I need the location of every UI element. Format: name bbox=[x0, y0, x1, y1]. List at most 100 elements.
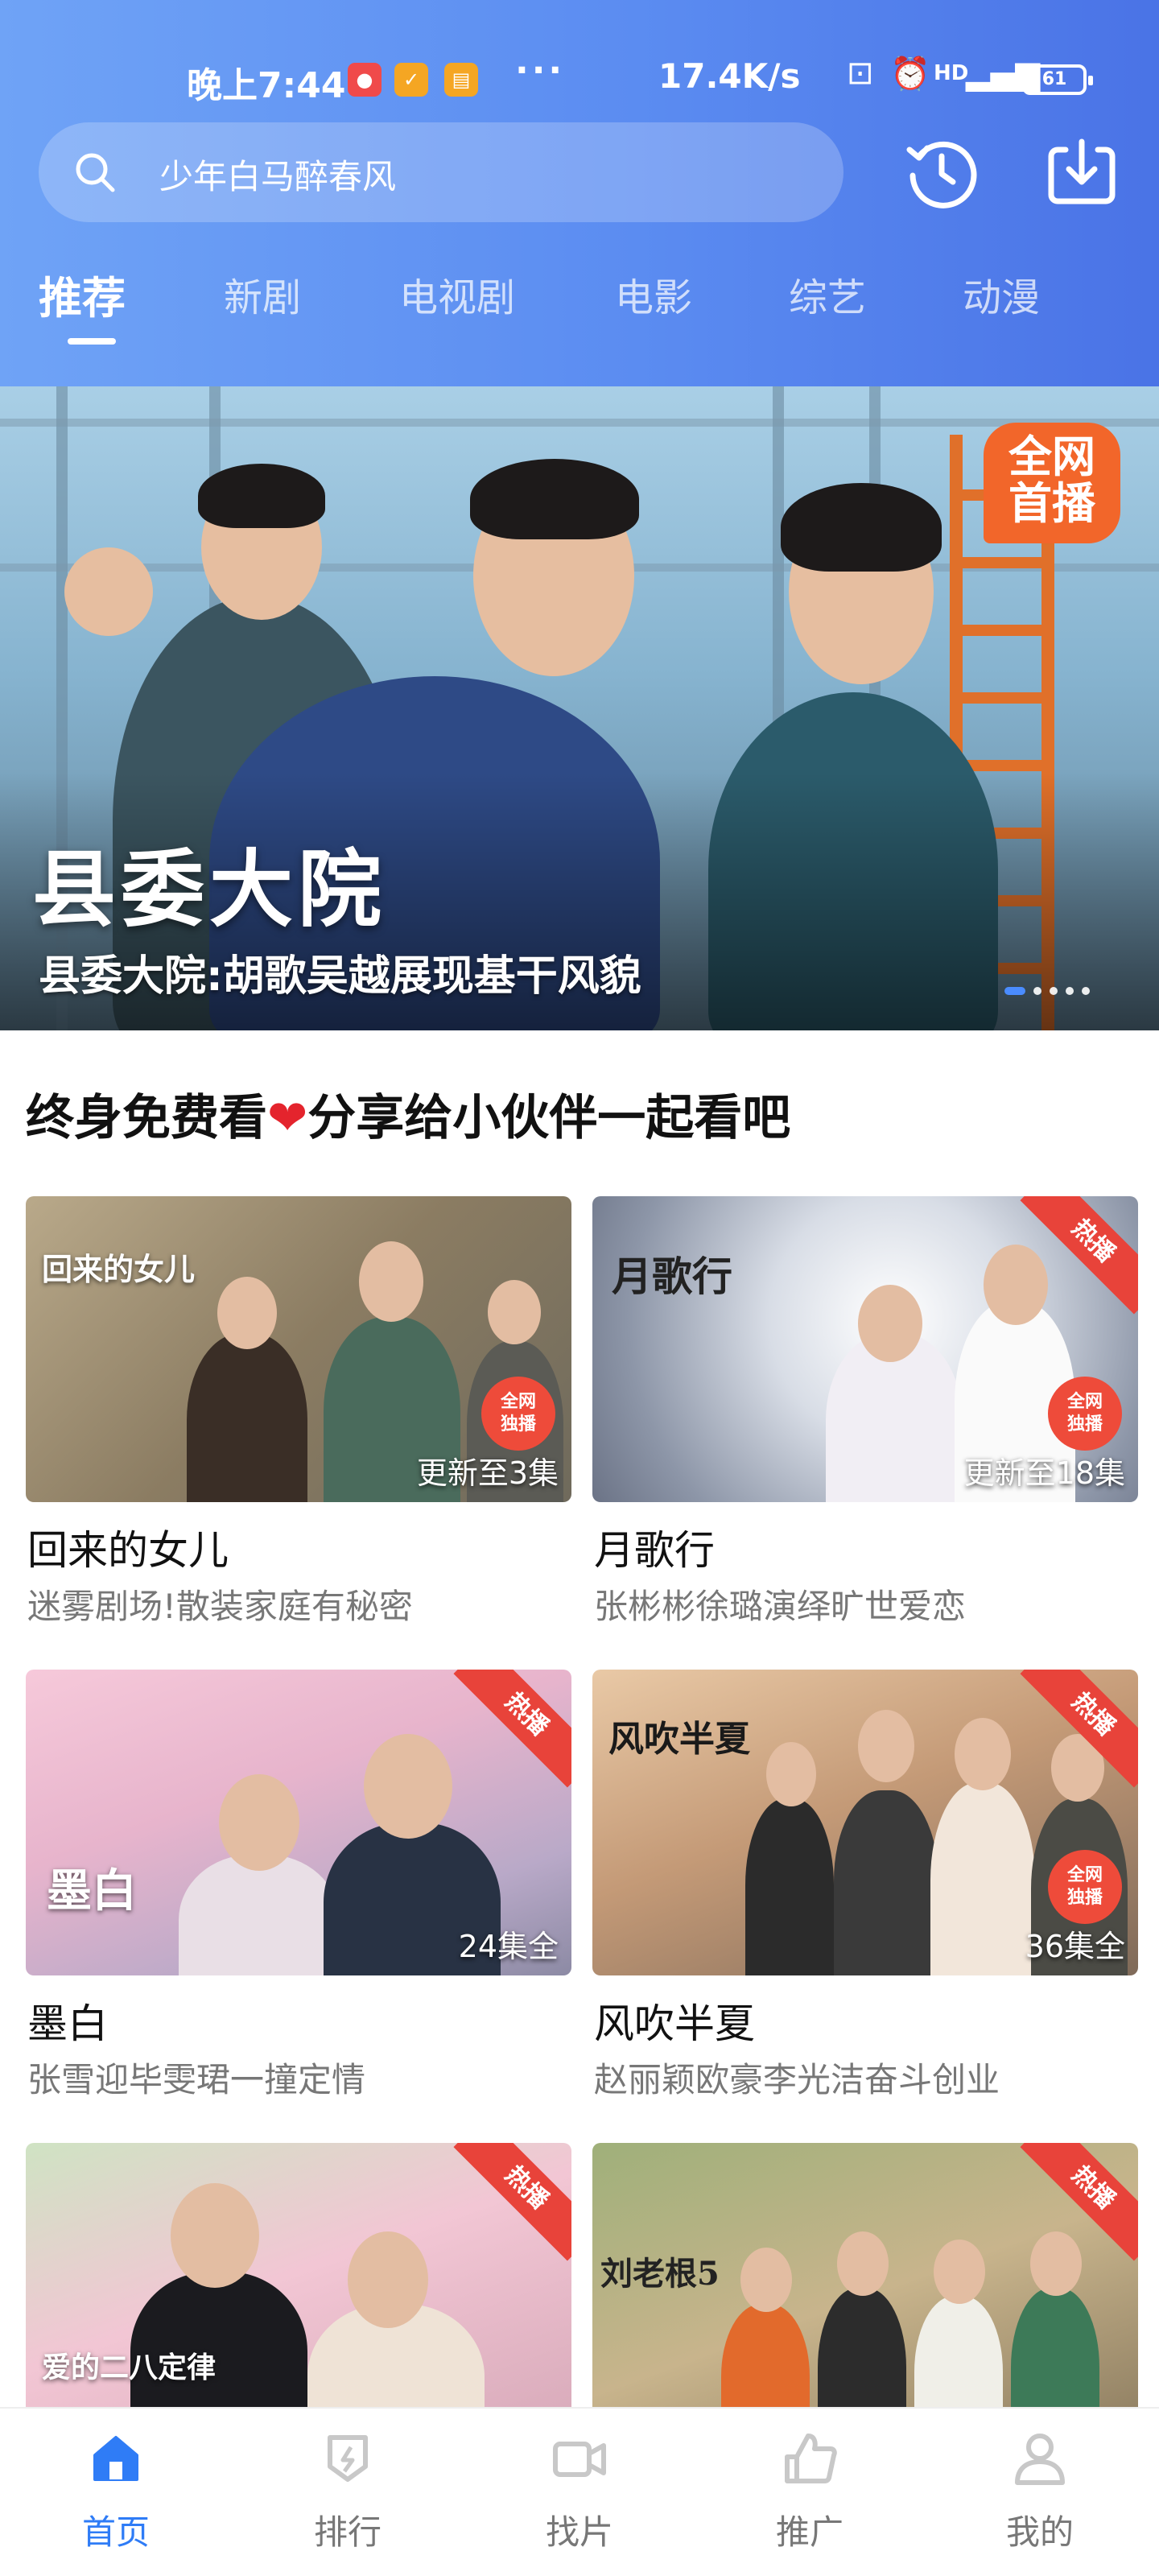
drama-card[interactable]: 爱的二八定律 热播 bbox=[26, 2143, 571, 2407]
banner-dot[interactable] bbox=[1082, 987, 1090, 995]
drama-poster[interactable]: 刘老根5 热播 bbox=[592, 2143, 1138, 2407]
poster-figure bbox=[745, 1798, 834, 1975]
banner-dot[interactable] bbox=[1050, 987, 1058, 995]
drama-card[interactable]: 风吹半夏 热播 全网 独播 36集全 风吹半夏 赵丽颖欧豪李光洁奋斗创业 bbox=[592, 1670, 1138, 2104]
premiere-badge-text: 全网 首播 bbox=[1008, 431, 1095, 529]
exclusive-badge: 全网 独播 bbox=[1048, 1850, 1122, 1924]
status-bar: 晚上7:44 ● ✓ ▤ ··· 17.4K/s ⊡ ⏰ HD ▂▄▆ 61 bbox=[0, 47, 1159, 111]
drama-title[interactable]: 风吹半夏 bbox=[594, 1992, 755, 2050]
drama-title[interactable]: 回来的女儿 bbox=[27, 1518, 229, 1576]
banner-figure-hair bbox=[198, 464, 325, 528]
drama-poster[interactable]: 墨白 热播 24集全 bbox=[26, 1670, 571, 1975]
tab-tv-series[interactable]: 电视剧 bbox=[399, 266, 515, 322]
nav-promote-label: 推广 bbox=[775, 2512, 843, 2552]
network-speed: 17.4K/s bbox=[658, 56, 801, 96]
notification-app-icon: ● bbox=[348, 63, 382, 97]
app-header: 晚上7:44 ● ✓ ▤ ··· 17.4K/s ⊡ ⏰ HD ▂▄▆ 61 少… bbox=[0, 0, 1159, 386]
poster-figure-head bbox=[217, 1277, 277, 1349]
drama-card[interactable]: 月歌行 热播 全网 独播 更新至18集 月歌行 张彬彬徐璐演绎旷世爱恋 bbox=[592, 1196, 1138, 1631]
episode-count: 24集全 bbox=[458, 1929, 559, 1964]
poster-figure bbox=[818, 2288, 906, 2407]
drama-poster[interactable]: 月歌行 热播 全网 独播 更新至18集 bbox=[592, 1196, 1138, 1502]
poster-figure bbox=[721, 2304, 810, 2407]
drama-poster[interactable]: 爱的二八定律 热播 bbox=[26, 2143, 571, 2407]
nav-home[interactable]: 首页 bbox=[35, 2409, 196, 2576]
heart-icon: ❤ bbox=[267, 1090, 308, 1146]
nav-ranking-label: 排行 bbox=[313, 2512, 382, 2552]
notification-app-icon: ▤ bbox=[444, 63, 478, 97]
poster-figure bbox=[834, 1790, 938, 1975]
premiere-badge: 全网 首播 bbox=[984, 423, 1120, 543]
drama-subtitle: 赵丽颖欧豪李光洁奋斗创业 bbox=[594, 2060, 1000, 2099]
nav-find-videos[interactable]: 找片 bbox=[499, 2409, 660, 2576]
exclusive-badge: 全网 独播 bbox=[481, 1377, 555, 1451]
episode-count: 更新至18集 bbox=[963, 1455, 1125, 1491]
section-title-text: 终身免费看 bbox=[26, 1090, 267, 1146]
search-input[interactable]: 少年白马醉春风 bbox=[159, 150, 396, 199]
active-tab-indicator bbox=[68, 338, 116, 345]
section-title-text: 分享给小伙伴一起看吧 bbox=[307, 1090, 791, 1146]
tab-recommend[interactable]: 推荐 bbox=[39, 262, 126, 326]
poster-figure-head bbox=[766, 1742, 816, 1806]
banner-caption: 县委大院:胡歌吴越展现基干风貌 bbox=[39, 952, 641, 1001]
video-search-icon bbox=[553, 2442, 606, 2477]
signal-icon: HD bbox=[934, 61, 969, 85]
nav-ranking[interactable]: 排行 bbox=[267, 2409, 428, 2576]
poster-title-art: 爱的二八定律 bbox=[42, 2351, 217, 2384]
category-tabs: 推荐 新剧 电视剧 电影 综艺 动漫 bbox=[0, 266, 1159, 354]
hot-badge: 热播 bbox=[453, 2143, 571, 2261]
banner-dot[interactable] bbox=[1004, 987, 1025, 995]
hot-badge: 热播 bbox=[453, 1670, 571, 1788]
search-icon bbox=[76, 153, 115, 192]
nav-find-videos-label: 找片 bbox=[545, 2512, 613, 2552]
banner-figure-hair bbox=[781, 483, 942, 572]
hero-banner[interactable]: 全网 首播 县委大院 县委大院:胡歌吴越展现基干风貌 bbox=[0, 386, 1159, 1030]
banner-dot[interactable] bbox=[1066, 987, 1074, 995]
exclusive-badge-text: 全网 独播 bbox=[1066, 1865, 1103, 1908]
search-bar[interactable]: 少年白马醉春风 bbox=[39, 122, 843, 222]
nav-profile-label: 我的 bbox=[1005, 2512, 1074, 2552]
poster-figure-head bbox=[1030, 2231, 1082, 2296]
drama-poster[interactable]: 回来的女儿 全网 独播 更新至3集 bbox=[26, 1196, 571, 1502]
poster-figure-head bbox=[858, 1710, 914, 1782]
tab-variety[interactable]: 综艺 bbox=[789, 266, 866, 322]
profile-icon bbox=[1015, 2434, 1065, 2485]
poster-figure-head bbox=[740, 2248, 792, 2312]
nfc-icon: ⊡ bbox=[847, 55, 874, 92]
drama-poster[interactable]: 风吹半夏 热播 全网 独播 36集全 bbox=[592, 1670, 1138, 1975]
more-notifications-icon: ··· bbox=[515, 50, 566, 91]
banner-beam bbox=[0, 419, 1159, 427]
download-icon[interactable] bbox=[1041, 132, 1122, 213]
poster-title-art: 刘老根5 bbox=[600, 2255, 720, 2293]
drama-title[interactable]: 墨白 bbox=[27, 1992, 108, 2050]
drama-card[interactable]: 墨白 热播 24集全 墨白 张雪迎毕雯珺一撞定情 bbox=[26, 1670, 571, 2104]
home-icon bbox=[93, 2436, 138, 2481]
section-title: 终身免费看❤分享给小伙伴一起看吧 bbox=[26, 1079, 790, 1149]
exclusive-badge-text: 全网 独播 bbox=[1066, 1392, 1103, 1435]
poster-figure bbox=[1011, 2288, 1099, 2407]
history-icon[interactable] bbox=[901, 132, 982, 213]
tab-anime[interactable]: 动漫 bbox=[963, 266, 1040, 322]
drama-title[interactable]: 月歌行 bbox=[594, 1518, 715, 1576]
nav-promote[interactable]: 推广 bbox=[729, 2409, 890, 2576]
tab-movies[interactable]: 电影 bbox=[615, 266, 692, 322]
poster-figure-head bbox=[219, 1774, 299, 1871]
poster-figure-head bbox=[171, 2183, 259, 2288]
poster-figure-head bbox=[934, 2240, 985, 2304]
poster-figure bbox=[187, 1333, 307, 1502]
banner-dot[interactable] bbox=[1033, 987, 1041, 995]
nav-profile[interactable]: 我的 bbox=[959, 2409, 1120, 2576]
poster-title-art: 风吹半夏 bbox=[608, 1719, 750, 1760]
poster-figure bbox=[130, 2272, 307, 2407]
banner-figure-hand bbox=[64, 547, 153, 636]
bottom-navigation: 首页 排行 找片 推广 我的 bbox=[0, 2407, 1159, 2576]
poster-figure-head bbox=[984, 1245, 1048, 1325]
drama-card[interactable]: 回来的女儿 全网 独播 更新至3集 回来的女儿 迷雾剧场!散装家庭有秘密 bbox=[26, 1196, 571, 1631]
drama-card[interactable]: 刘老根5 热播 bbox=[592, 2143, 1138, 2407]
notification-app-icon: ✓ bbox=[394, 63, 428, 97]
poster-figure-head bbox=[837, 2231, 889, 2296]
poster-figure bbox=[179, 1855, 340, 1975]
tab-new-series[interactable]: 新剧 bbox=[224, 266, 301, 322]
poster-figure bbox=[914, 2296, 1003, 2407]
poster-title-art: 月歌行 bbox=[612, 1253, 732, 1300]
